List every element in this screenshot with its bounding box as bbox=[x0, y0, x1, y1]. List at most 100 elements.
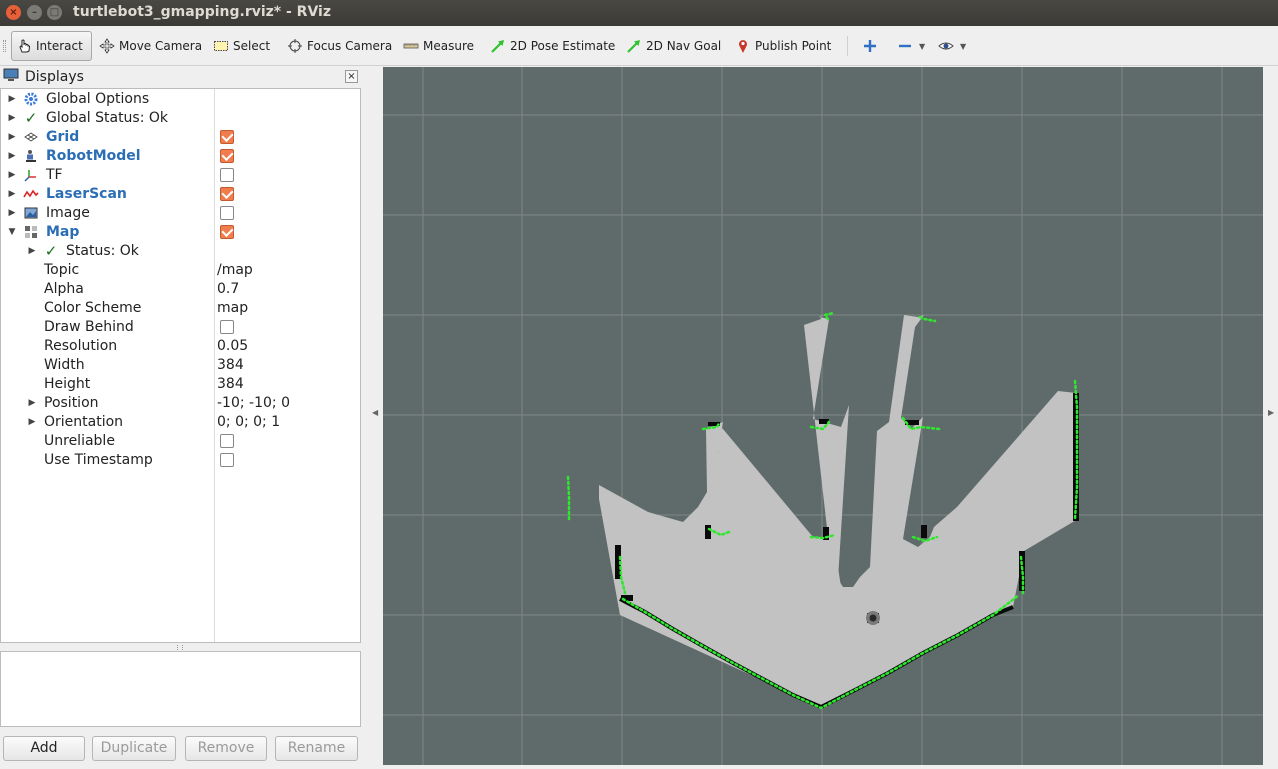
property-color-scheme[interactable]: Color Scheme map bbox=[1, 298, 360, 317]
tree-item-laserscan[interactable]: ▶ LaserScan bbox=[1, 184, 360, 203]
monitor-icon bbox=[3, 68, 19, 86]
description-panel bbox=[0, 651, 361, 727]
add-button[interactable]: Add bbox=[3, 736, 85, 761]
select-rectangle-icon bbox=[213, 38, 229, 54]
view-panels-dropdown[interactable]: ▼ bbox=[934, 31, 970, 61]
right-splitter-handle[interactable]: ▶ bbox=[1264, 67, 1278, 769]
focus-camera-tool-button[interactable]: Focus Camera bbox=[283, 31, 396, 61]
property-position[interactable]: ▶ Position -10; -10; 0 bbox=[1, 393, 360, 412]
pose-estimate-tool-button[interactable]: 2D Pose Estimate bbox=[486, 31, 619, 61]
draw-behind-checkbox[interactable] bbox=[220, 319, 234, 334]
property-value[interactable]: /map bbox=[217, 262, 253, 278]
robotmodel-enabled-checkbox[interactable] bbox=[220, 148, 234, 163]
displays-panel: Displays × ▶ Global Options ▶ ✓ Global S… bbox=[0, 67, 368, 769]
toolbar: Interact Move Camera Select Focus Camera… bbox=[0, 26, 1278, 66]
tree-item-tf[interactable]: ▶ TF bbox=[1, 165, 360, 184]
rename-button[interactable]: Rename bbox=[275, 736, 358, 761]
expand-arrow-icon[interactable]: ▶ bbox=[7, 94, 17, 104]
tree-item-label: LaserScan bbox=[46, 185, 127, 202]
plus-icon bbox=[862, 38, 878, 54]
property-label: Height bbox=[44, 375, 91, 392]
3d-render-view[interactable] bbox=[383, 67, 1263, 765]
expand-arrow-icon[interactable]: ▶ bbox=[7, 170, 17, 180]
axes-icon bbox=[23, 167, 39, 183]
property-value[interactable]: 0.05 bbox=[217, 338, 248, 354]
toolbar-grip[interactable] bbox=[3, 40, 6, 52]
property-value[interactable]: 0; 0; 0; 1 bbox=[217, 414, 280, 430]
property-label: Width bbox=[44, 356, 85, 373]
panel-splitter[interactable] bbox=[0, 644, 361, 651]
window-close-button[interactable]: × bbox=[6, 5, 21, 20]
tree-item-image[interactable]: ▶ Image bbox=[1, 203, 360, 222]
tree-item-grid[interactable]: ▶ Grid bbox=[1, 127, 360, 146]
window-minimize-button[interactable]: – bbox=[27, 5, 42, 20]
checkmark-icon: ✓ bbox=[24, 108, 38, 127]
nav-goal-label: 2D Nav Goal bbox=[646, 39, 722, 53]
add-tool-button[interactable] bbox=[858, 31, 886, 61]
property-value[interactable]: 384 bbox=[217, 376, 244, 392]
property-label: Use Timestamp bbox=[44, 451, 153, 468]
grid-enabled-checkbox[interactable] bbox=[220, 129, 234, 144]
laserscan-enabled-checkbox[interactable] bbox=[220, 186, 234, 201]
property-resolution[interactable]: Resolution 0.05 bbox=[1, 336, 360, 355]
use-timestamp-checkbox[interactable] bbox=[220, 452, 234, 467]
map-enabled-checkbox[interactable] bbox=[220, 224, 234, 239]
property-unreliable[interactable]: Unreliable bbox=[1, 431, 360, 450]
unreliable-checkbox[interactable] bbox=[220, 433, 234, 448]
tf-enabled-checkbox[interactable] bbox=[220, 167, 234, 182]
measure-tool-button[interactable]: Measure bbox=[399, 31, 478, 61]
expand-arrow-icon[interactable]: ▶ bbox=[7, 113, 17, 123]
expand-arrow-icon[interactable]: ▶ bbox=[27, 246, 37, 256]
tree-item-robotmodel[interactable]: ▶ RobotModel bbox=[1, 146, 360, 165]
expand-arrow-icon[interactable]: ▶ bbox=[7, 189, 17, 199]
panel-close-button[interactable]: × bbox=[345, 70, 358, 83]
property-width[interactable]: Width 384 bbox=[1, 355, 360, 374]
property-orientation[interactable]: ▶ Orientation 0; 0; 0; 1 bbox=[1, 412, 360, 431]
remove-button[interactable]: Remove bbox=[185, 736, 267, 761]
property-label: Topic bbox=[44, 261, 80, 278]
interact-tool-button[interactable]: Interact bbox=[11, 31, 92, 61]
minus-icon bbox=[897, 38, 913, 54]
expand-arrow-icon[interactable]: ▶ bbox=[7, 151, 17, 161]
publish-point-label: Publish Point bbox=[755, 39, 832, 53]
property-label: Unreliable bbox=[44, 432, 115, 449]
focus-camera-label: Focus Camera bbox=[307, 39, 393, 53]
tree-item-global-options[interactable]: ▶ Global Options bbox=[1, 89, 360, 108]
expand-arrow-icon[interactable]: ▶ bbox=[27, 417, 37, 427]
publish-point-tool-button[interactable]: Publish Point bbox=[731, 31, 835, 61]
property-height[interactable]: Height 384 bbox=[1, 374, 360, 393]
hand-pointer-icon bbox=[16, 38, 32, 54]
tree-item-global-status[interactable]: ▶ ✓ Global Status: Ok bbox=[1, 108, 360, 127]
map-status-row[interactable]: ▶ ✓ Status: Ok bbox=[1, 241, 360, 260]
duplicate-button[interactable]: Duplicate bbox=[92, 736, 176, 761]
displays-header: Displays × bbox=[0, 67, 362, 87]
property-topic[interactable]: Topic /map bbox=[1, 260, 360, 279]
measure-label: Measure bbox=[423, 39, 474, 53]
window-maximize-button[interactable]: □ bbox=[47, 5, 62, 20]
grid-icon bbox=[23, 129, 39, 145]
title-bar: × – □ turtlebot3_gmapping.rviz* - RViz bbox=[0, 0, 1278, 26]
property-value[interactable]: -10; -10; 0 bbox=[217, 395, 290, 411]
expand-arrow-icon[interactable]: ▶ bbox=[7, 132, 17, 142]
move-arrows-icon bbox=[99, 38, 115, 54]
laser-scan-icon bbox=[23, 186, 39, 202]
property-value[interactable]: map bbox=[217, 300, 248, 316]
tree-item-label: TF bbox=[46, 166, 63, 183]
property-use-timestamp[interactable]: Use Timestamp bbox=[1, 450, 360, 469]
occupancy-map bbox=[566, 311, 1079, 710]
expand-arrow-icon[interactable]: ▶ bbox=[7, 208, 17, 218]
remove-tool-dropdown[interactable]: ▼ bbox=[893, 31, 929, 61]
nav-goal-tool-button[interactable]: 2D Nav Goal bbox=[622, 31, 725, 61]
property-value[interactable]: 0.7 bbox=[217, 281, 239, 297]
select-tool-button[interactable]: Select bbox=[209, 31, 274, 61]
tree-item-map[interactable]: ▼ Map bbox=[1, 222, 360, 241]
move-camera-tool-button[interactable]: Move Camera bbox=[95, 31, 206, 61]
property-alpha[interactable]: Alpha 0.7 bbox=[1, 279, 360, 298]
property-draw-behind[interactable]: Draw Behind bbox=[1, 317, 360, 336]
left-splitter-handle[interactable]: ◀ bbox=[369, 67, 382, 769]
map-icon bbox=[23, 224, 39, 240]
collapse-arrow-icon[interactable]: ▼ bbox=[7, 227, 17, 237]
expand-arrow-icon[interactable]: ▶ bbox=[27, 398, 37, 408]
property-value[interactable]: 384 bbox=[217, 357, 244, 373]
image-enabled-checkbox[interactable] bbox=[220, 205, 234, 220]
